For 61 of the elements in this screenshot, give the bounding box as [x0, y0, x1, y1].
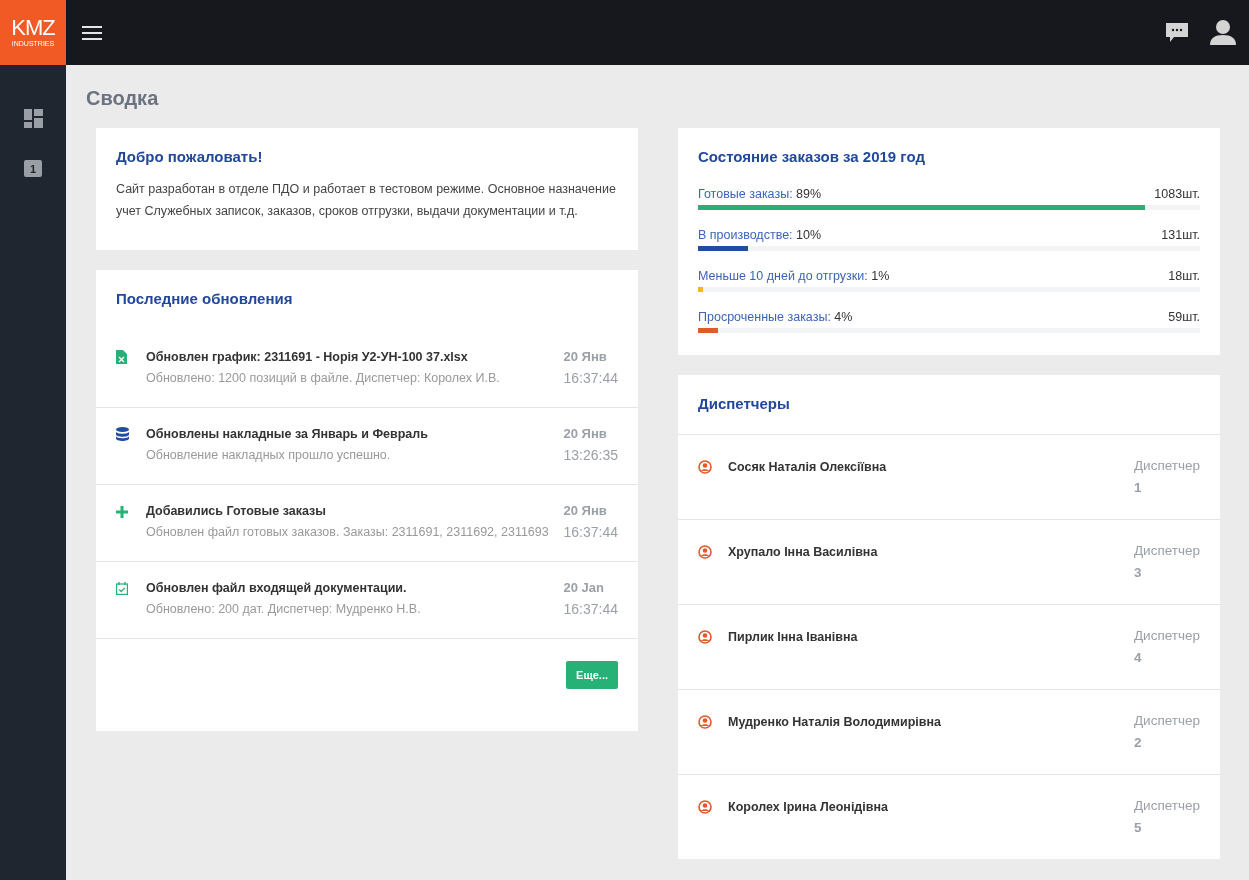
- dispatcher-number: 5: [1133, 819, 1143, 837]
- dispatcher-role: Диспетчер: [1133, 542, 1200, 560]
- order-count: 59шт.: [1168, 310, 1200, 324]
- dispatcher-number: 4: [1133, 649, 1143, 667]
- dispatcher-role: Диспетчер: [1133, 457, 1200, 475]
- order-status-label: В производстве: 10%: [698, 228, 822, 242]
- card-title: Состояние заказов за 2019 год: [698, 148, 926, 165]
- card-title: Добро пожаловать!: [116, 148, 264, 165]
- update-description: Обновлен файл готовых заказов. Заказы: 2311691, 2311692, 2311693: [146, 524, 550, 541]
- update-description: Обновлено: 1200 позиций в файле. Диспетчер: Королех И.В.: [146, 370, 501, 387]
- more-button[interactable]: Еще...: [566, 661, 618, 689]
- update-date: 20 Jan: [563, 579, 605, 597]
- update-title: Обновлен график: 2311691 - Норія У2-УН-100 37.xlsx: [146, 349, 469, 366]
- update-date: 20 Янв: [563, 425, 608, 443]
- update-time: 16:37:44: [563, 369, 618, 388]
- user-icon: [698, 460, 712, 474]
- order-count: 1083шт.: [1154, 187, 1200, 201]
- card-title: Последние обновления: [116, 290, 294, 307]
- update-time: 16:37:44: [563, 600, 618, 619]
- page-title: Сводка: [86, 87, 160, 110]
- calendar-check-icon: [116, 582, 128, 595]
- update-title: Добавились Готовые заказы: [146, 503, 327, 520]
- card-title: Диспетчеры: [698, 395, 791, 412]
- update-time: 16:37:44: [563, 523, 618, 542]
- dispatcher-name: Пирлик Інна Іванівна: [728, 629, 859, 646]
- dispatcher-name: Сосяк Наталія Олексіївна: [728, 459, 888, 476]
- menu-icon[interactable]: [82, 25, 102, 40]
- plus-icon: [116, 506, 128, 518]
- dispatcher-number: 1: [1133, 479, 1143, 497]
- dispatcher-name: Хрупало Інна Василівна: [728, 544, 879, 561]
- number-icon[interactable]: 1: [24, 160, 42, 177]
- dispatcher-number: 2: [1133, 734, 1143, 752]
- user-icon: [698, 630, 712, 644]
- dispatcher-role: Диспетчер: [1133, 797, 1200, 815]
- user-icon[interactable]: [1210, 20, 1236, 45]
- database-icon: [116, 427, 129, 441]
- spreadsheet-file-icon: [116, 350, 127, 364]
- order-status-label: Просроченные заказы: 4%: [698, 310, 853, 324]
- update-time: 13:26:35: [563, 446, 618, 465]
- update-title: Обновлены накладные за Январь и Февраль: [146, 426, 429, 443]
- update-title: Обновлен файл входящей документации.: [146, 580, 408, 597]
- order-count: 131шт.: [1161, 228, 1200, 242]
- dispatcher-role: Диспетчер: [1133, 627, 1200, 645]
- dispatcher-role: Диспетчер: [1133, 712, 1200, 730]
- dashboard-icon[interactable]: [23, 109, 43, 128]
- update-date: 20 Янв: [563, 502, 608, 520]
- user-icon: [698, 800, 712, 814]
- update-date: 20 Янв: [563, 348, 608, 366]
- chat-icon[interactable]: [1166, 21, 1188, 44]
- order-status-label: Меньше 10 дней до отгрузки: 1%: [698, 269, 890, 283]
- user-icon: [698, 545, 712, 559]
- user-icon: [698, 715, 712, 729]
- order-status-label: Готовые заказы: 89%: [698, 187, 822, 201]
- dispatcher-name: Королех Ірина Леонідівна: [728, 799, 889, 816]
- order-count: 18шт.: [1168, 269, 1200, 283]
- dispatcher-number: 3: [1133, 564, 1143, 582]
- update-description: Обновлено: 200 дат. Диспетчер: Мудренко Н.В.: [146, 601, 422, 618]
- welcome-text: Сайт разработан в отделе ПДО и работает в тестовом режиме. Основное назначение учет Служебных записок, заказов, сроков отгрузки, выдачи документации и т.д.: [116, 181, 617, 220]
- update-description: Обновление накладных прошло успешно.: [146, 447, 392, 464]
- logo-title: KMZ: [11, 17, 55, 39]
- dispatcher-name: Мудренко Наталія Володимирівна: [728, 714, 942, 731]
